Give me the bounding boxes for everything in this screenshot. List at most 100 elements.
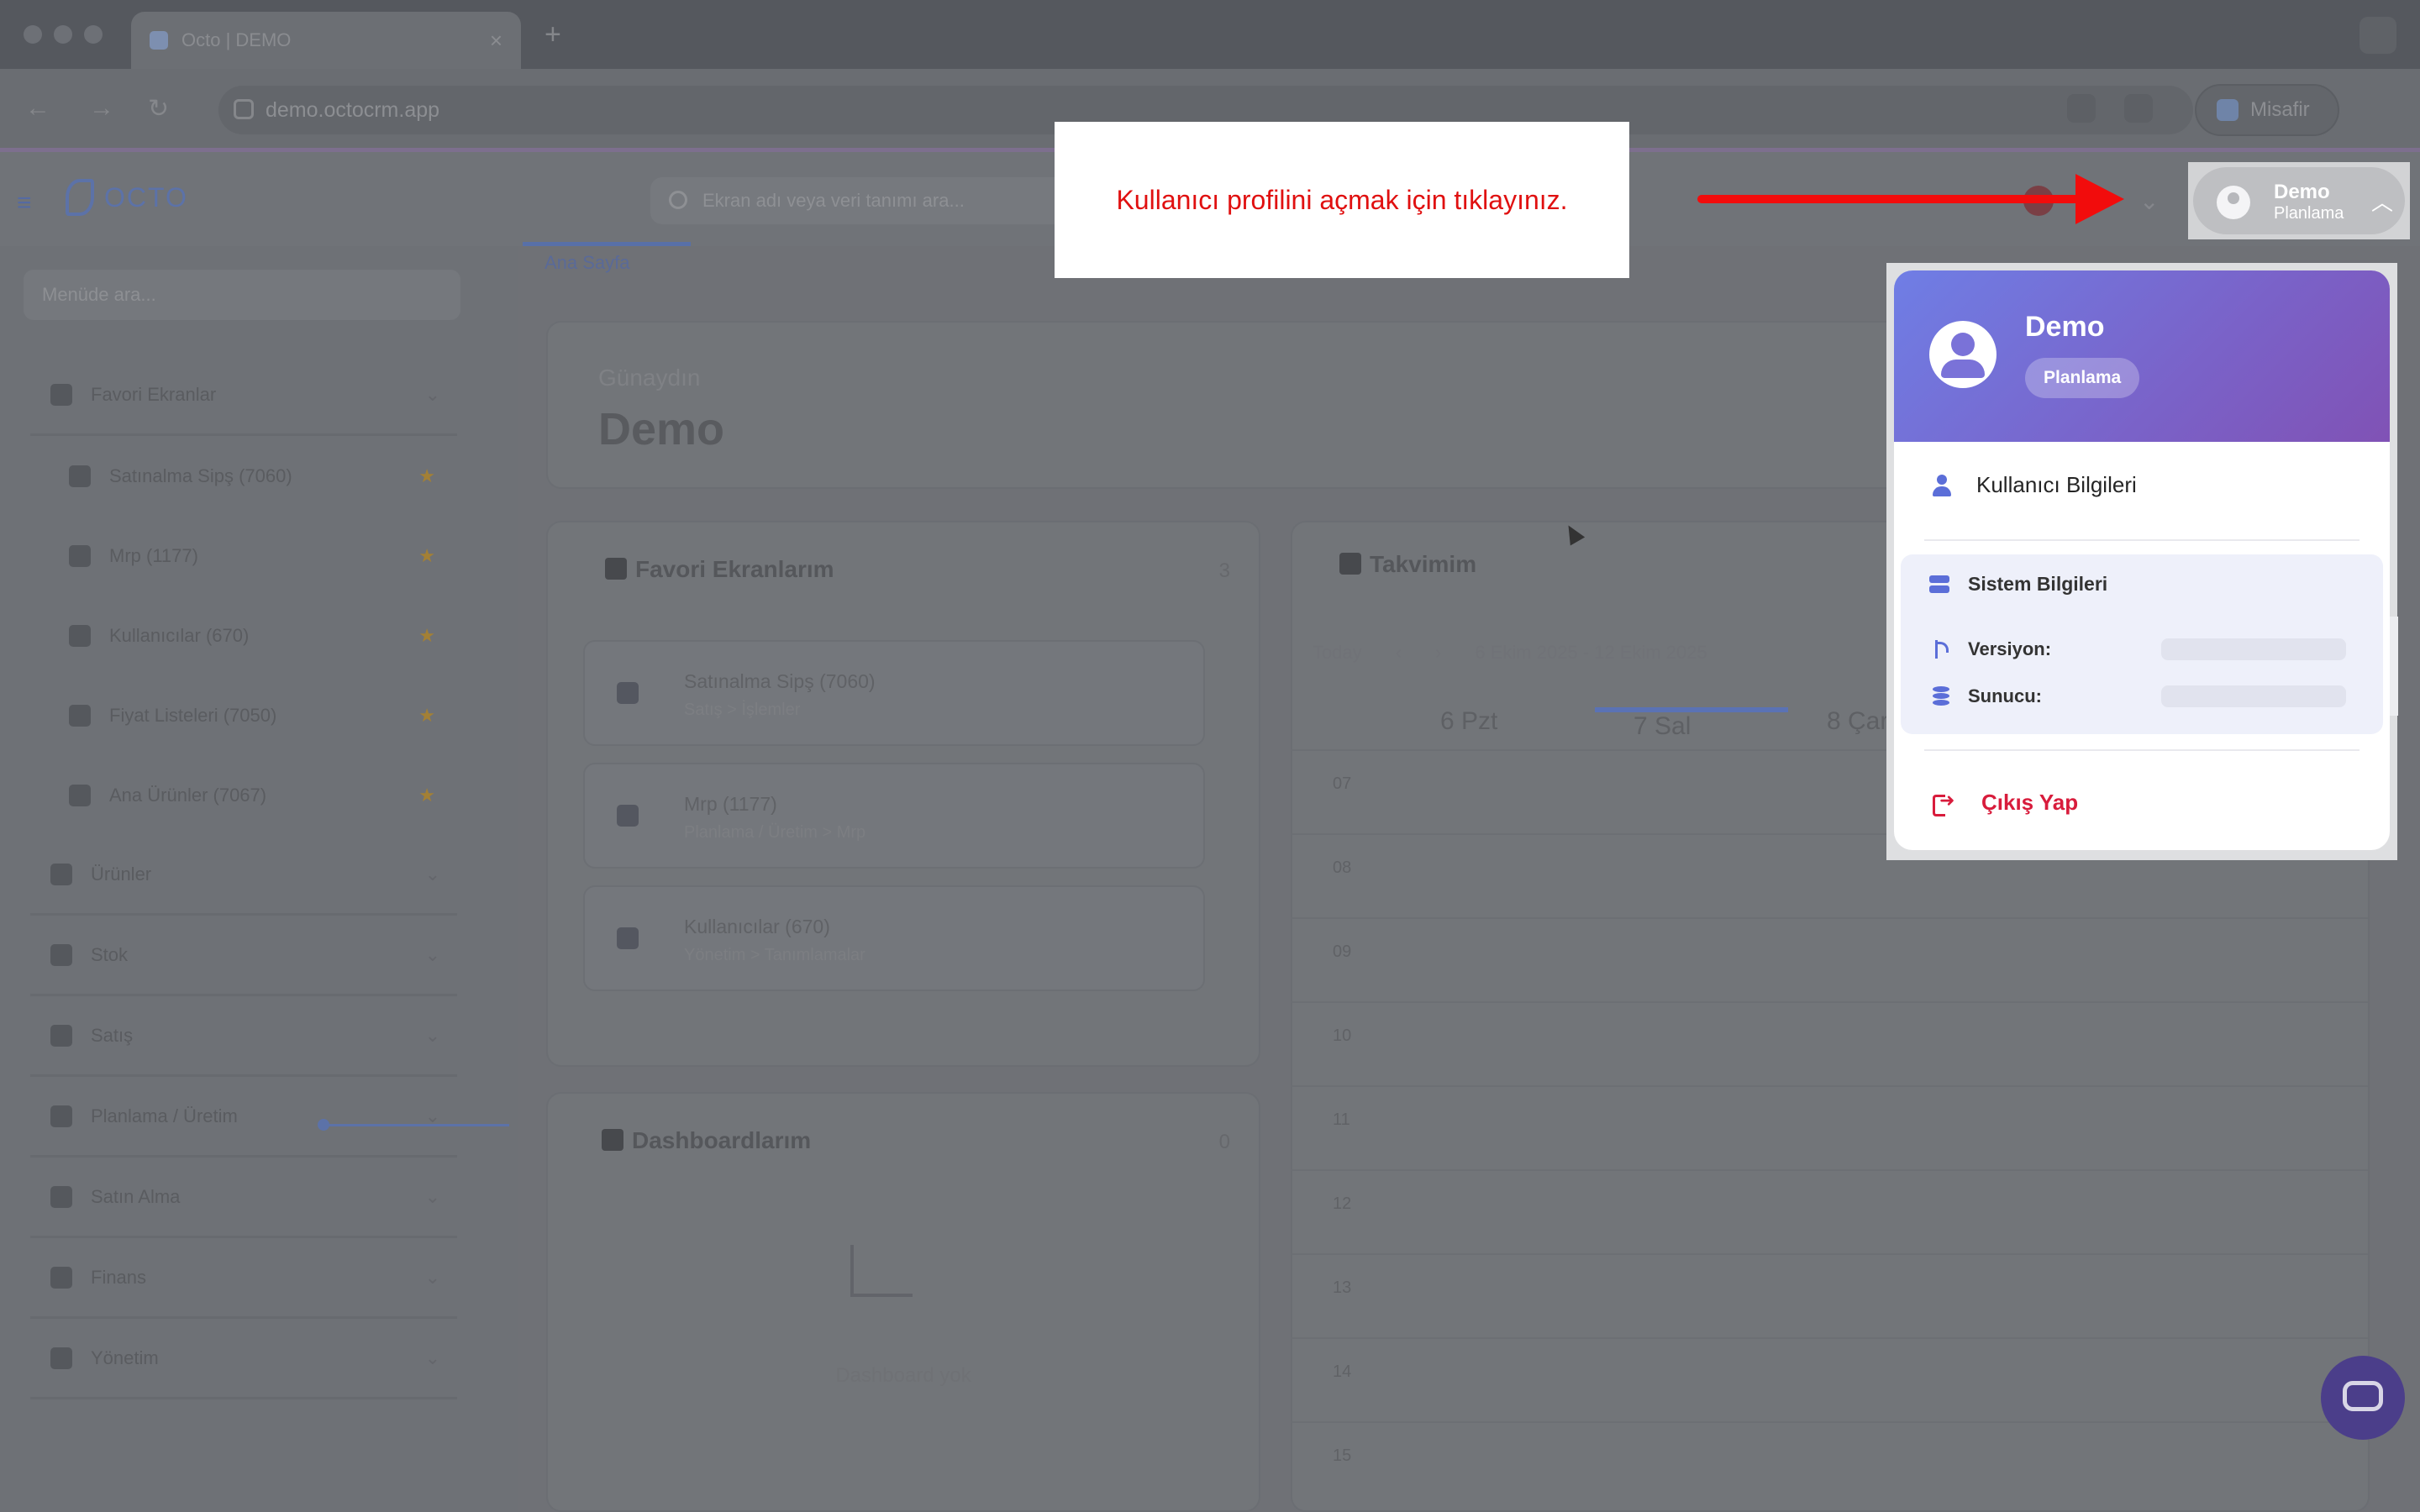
sidebar-subitem[interactable]: Satınalma Sipş (7060) ★ — [30, 436, 457, 516]
sidebar-subitem[interactable]: Mrp (1177) ★ — [30, 516, 457, 596]
chart-icon — [602, 1129, 623, 1151]
sidebar-item-label: Finans — [91, 1266, 147, 1288]
breadcrumb[interactable]: Ana Sayfa — [523, 242, 691, 274]
star-icon[interactable]: ★ — [418, 785, 435, 806]
calendar-hour-row[interactable]: 09 — [1292, 917, 2368, 1001]
calendar-hour-label: 08 — [1333, 858, 1352, 877]
sidebar-item-label: Favori Ekranlar — [91, 383, 217, 405]
browser-profile-button[interactable]: Misafir — [2195, 84, 2339, 136]
sidebar-item-label: Satınalma Sipş (7060) — [109, 465, 292, 486]
sidebar-search-input[interactable]: Menüde ara... — [24, 270, 460, 320]
chevron-down-icon[interactable]: ⌄ — [425, 384, 440, 406]
favorite-item[interactable]: Kullanıcılar (670) Yönetim > Tanımlamala… — [583, 885, 1205, 991]
version-row: Versiyon: — [1933, 638, 2051, 660]
tutorial-tooltip: Kullanıcı profilini açmak için tıklayını… — [1055, 122, 1629, 278]
user-info-menu-item[interactable]: Kullanıcı Bilgileri — [1933, 472, 2137, 498]
calendar-day[interactable]: 6 Pzt — [1402, 707, 1595, 741]
calendar-hour-row[interactable]: 13 — [1292, 1253, 2368, 1337]
calendar-hour-row[interactable]: 11 — [1292, 1085, 2368, 1169]
calendar-hour-row[interactable]: 15 — [1292, 1421, 2368, 1505]
chevron-up-icon: ︿ — [2371, 190, 2394, 215]
chevron-down-icon[interactable]: ⌄ — [425, 1186, 440, 1208]
forward-icon[interactable]: → — [89, 94, 114, 123]
sidebar-group[interactable]: Satın Alma ⌄ — [30, 1158, 457, 1238]
dashboards-empty-text: Dashboard yok — [835, 1364, 971, 1387]
sidebar-group[interactable]: Stok ⌄ — [30, 916, 457, 996]
dashboards-card: Dashboardlarım 0 Dashboard yok — [546, 1092, 1260, 1512]
calendar-hour-label: 10 — [1333, 1026, 1352, 1045]
sidebar-group[interactable]: Satış ⌄ — [30, 996, 457, 1077]
calendar-today-button[interactable]: Today — [1313, 642, 1362, 664]
app-logo[interactable]: OCTO — [66, 179, 188, 216]
favorite-item-path: Yönetim > Tanımlamalar — [684, 946, 865, 964]
calendar-day-selected[interactable]: 7 Sal — [1595, 707, 1788, 741]
sidebar-group[interactable]: Yönetim ⌄ — [30, 1319, 457, 1399]
chevron-down-icon[interactable]: ⌄ — [425, 1025, 440, 1047]
favorite-item[interactable]: Satınalma Sipş (7060) Satış > İşlemler — [583, 640, 1205, 746]
favorites-title: Favori Ekranlarım — [605, 556, 834, 583]
reload-icon[interactable]: ↻ — [148, 94, 169, 123]
calendar-grid[interactable]: 07 08 09 10 11 12 13 14 15 — [1292, 749, 2368, 1505]
system-info-section: Sistem Bilgileri Versiyon: Sunucu: — [1901, 554, 2383, 734]
sidebar-group[interactable]: Favori Ekranlar ⌄ — [30, 355, 457, 436]
user-profile-pill[interactable]: Demo Planlama ︿ — [2193, 167, 2405, 234]
tab-search-icon[interactable] — [2360, 17, 2396, 54]
global-search-input[interactable]: Ekran adı veya veri tanımı ara... — [650, 177, 1121, 224]
sidebar-group[interactable]: Ürünler ⌄ — [30, 835, 457, 916]
chat-button[interactable] — [2321, 1356, 2405, 1440]
sidebar-group[interactable]: Finans ⌄ — [30, 1238, 457, 1319]
calendar-hour-row[interactable]: 12 — [1292, 1169, 2368, 1253]
chevron-down-icon[interactable]: ⌄ — [425, 944, 440, 966]
menu-toggle-icon[interactable]: ≡ — [17, 189, 32, 218]
sidebar-subitem[interactable]: Ana Ürünler (7067) ★ — [30, 755, 457, 835]
sidebar-item-label: Ana Ürünler (7067) — [109, 784, 267, 806]
sidebar-group[interactable]: Planlama / Üretim ⌄ — [30, 1077, 457, 1158]
calendar-range[interactable]: 6 Ekim 2025 - 12 Ekim 2025 — [1475, 642, 1707, 664]
favorite-item-path: Satış > İşlemler — [684, 701, 801, 719]
star-icon[interactable]: ★ — [418, 465, 435, 487]
profile-icon — [2217, 99, 2238, 121]
user-icon — [1933, 474, 1951, 496]
calendar-now-indicator — [318, 1119, 509, 1131]
header-chevron-down-icon[interactable]: ⌄ — [2139, 187, 2159, 215]
tab-close-icon[interactable]: × — [490, 28, 502, 54]
search-icon — [669, 191, 687, 209]
new-tab-button[interactable]: + — [544, 18, 561, 51]
calendar-hour-row[interactable]: 10 — [1292, 1001, 2368, 1085]
star-icon[interactable]: ★ — [418, 625, 435, 647]
version-label: Versiyon: — [1968, 638, 2052, 659]
chevron-down-icon[interactable]: ⌄ — [425, 864, 440, 885]
back-icon[interactable]: ← — [25, 94, 50, 123]
translate-icon[interactable] — [2067, 94, 2096, 123]
sidebar-subitem[interactable]: Fiyat Listeleri (7050) ★ — [30, 675, 457, 755]
window-controls[interactable] — [24, 25, 103, 44]
logout-menu-item[interactable]: Çıkış Yap — [1933, 790, 2078, 816]
calendar-hour-row[interactable]: 14 — [1292, 1337, 2368, 1421]
favorite-item[interactable]: Mrp (1177) Planlama / Üretim > Mrp — [583, 763, 1205, 869]
sidebar-item-label: Kullanıcılar (670) — [109, 624, 250, 646]
divider — [1924, 539, 2360, 541]
calendar-prev-icon[interactable]: ‹ — [1396, 642, 1402, 664]
tab-favicon-icon — [150, 31, 168, 50]
user-profile-button[interactable]: Demo Planlama ︿ — [2188, 162, 2410, 239]
star-icon[interactable]: ★ — [418, 545, 435, 567]
site-info-icon[interactable] — [234, 99, 254, 119]
chevron-down-icon[interactable]: ⌄ — [425, 1347, 440, 1369]
dashboards-title: Dashboardlarım — [602, 1127, 811, 1154]
menu-item-icon — [50, 1105, 72, 1127]
favorite-item-title: Mrp (1177) — [684, 793, 777, 815]
sidebar-subitem[interactable]: Kullanıcılar (670) ★ — [30, 596, 457, 675]
calendar-next-icon[interactable]: › — [1435, 642, 1441, 664]
server-label: Sunucu: — [1968, 685, 2042, 706]
chevron-down-icon[interactable]: ⌄ — [425, 1267, 440, 1289]
octo-logo-icon — [66, 179, 94, 216]
zoom-icon[interactable] — [2124, 94, 2153, 123]
profile-menu-header: Demo Planlama — [1894, 270, 2390, 442]
menu-item-icon — [69, 624, 91, 647]
star-icon[interactable]: ★ — [418, 705, 435, 727]
calendar-title: Takvimim — [1339, 551, 1476, 578]
sidebar-item-label: Fiyat Listeleri (7050) — [109, 704, 277, 726]
browser-tab[interactable]: Octo | DEMO × — [131, 12, 521, 69]
menu-item-icon — [50, 1347, 72, 1369]
favorite-item-icon — [617, 805, 639, 827]
